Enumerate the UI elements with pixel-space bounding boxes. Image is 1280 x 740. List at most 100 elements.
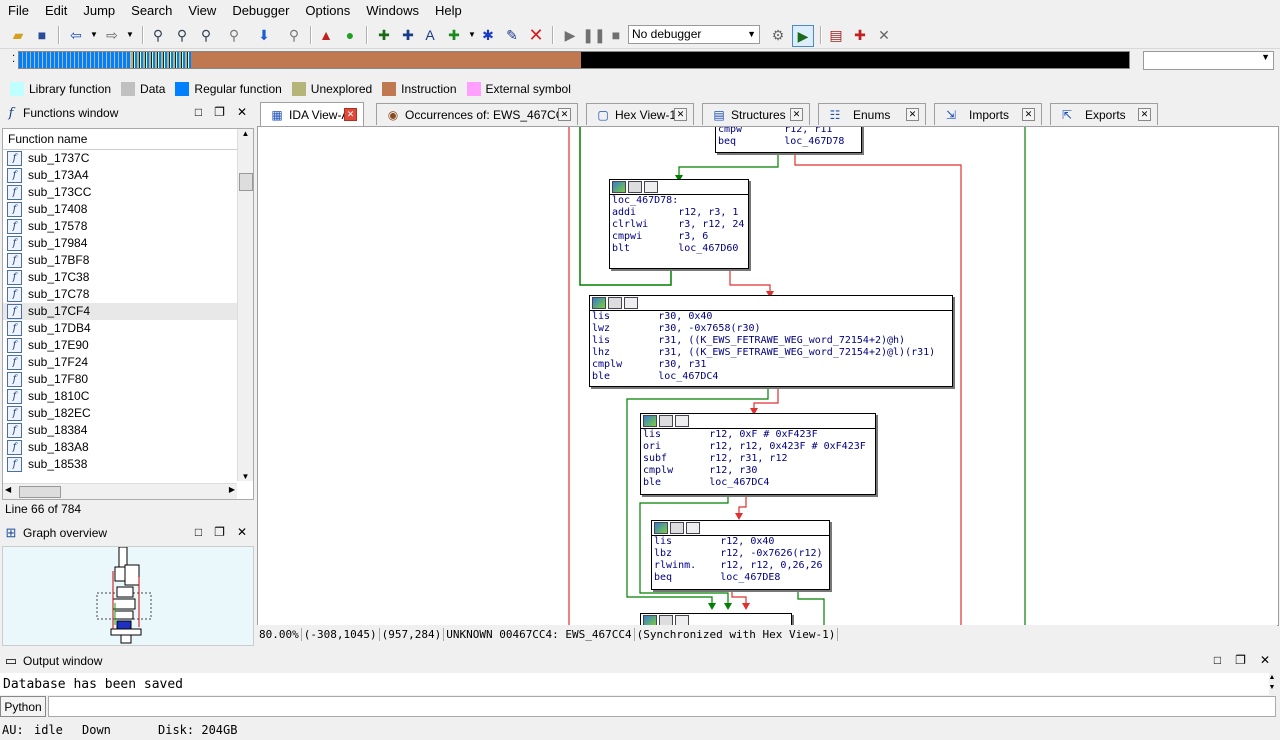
jump-down-icon[interactable]: ⬇ (254, 25, 274, 45)
block-color-icon[interactable] (592, 297, 606, 309)
block-edit-icon[interactable] (670, 522, 684, 534)
block-color-icon[interactable] (612, 181, 626, 193)
list-item[interactable]: f sub_18384 (3, 422, 253, 439)
tab-imports[interactable]: ⇲ Imports ✕ (934, 103, 1042, 125)
delete-icon[interactable]: ✕ (526, 25, 546, 45)
debugger-options-icon[interactable]: ⚙ (768, 25, 788, 45)
list-item[interactable]: f sub_17984 (3, 235, 253, 252)
search-immediate-icon[interactable]: ⚲ (224, 25, 244, 45)
list-item[interactable]: f sub_17578 (3, 218, 253, 235)
forward-dropdown-icon[interactable]: ▼ (120, 25, 140, 45)
close-icon[interactable]: ✕ (1260, 653, 1270, 667)
block-group-icon[interactable] (675, 415, 689, 427)
close-icon[interactable]: ✕ (1138, 108, 1151, 121)
nav-band-select[interactable]: ▼ (1143, 51, 1274, 70)
menu-view[interactable]: View (180, 0, 224, 22)
search-sequence-icon[interactable]: ⚲ (284, 25, 304, 45)
list-item[interactable]: f sub_173A4 (3, 167, 253, 184)
warning-icon[interactable]: ▲ (316, 25, 336, 45)
menu-jump[interactable]: Jump (75, 0, 123, 22)
code-block-n0[interactable]: cmpw r12, r11 beq loc_467D78 (715, 127, 862, 153)
list-item[interactable]: f sub_17E90 (3, 337, 253, 354)
back-arrow-icon[interactable]: ⇦ (66, 25, 86, 45)
ida-view-graph[interactable]: cmpw r12, r11 beq loc_467D78 loc_467D78:… (257, 126, 1279, 626)
block-color-icon[interactable] (643, 415, 657, 427)
list-breakpoints-icon[interactable]: ▤ (826, 25, 846, 45)
search-binoculars-icon[interactable]: ⚲ (148, 25, 168, 45)
list-item[interactable]: f sub_17F80 (3, 371, 253, 388)
block-edit-icon[interactable] (608, 297, 622, 309)
back-dropdown-icon[interactable]: ▼ (84, 25, 104, 45)
restore-icon[interactable]: ❐ (214, 525, 225, 539)
list-item[interactable]: f sub_17BF8 (3, 252, 253, 269)
list-item[interactable]: f sub_17DB4 (3, 320, 253, 337)
scroll-thumb[interactable] (239, 173, 253, 191)
search-next-icon[interactable]: ⚲ (172, 25, 192, 45)
make-code-icon[interactable]: ✚ (374, 25, 394, 45)
list-item[interactable]: f sub_183A8 (3, 439, 253, 456)
scroll-up-icon[interactable]: ▲ (238, 129, 253, 138)
debugger-toggle-icon[interactable]: ▶ (792, 25, 814, 47)
menu-search[interactable]: Search (123, 0, 180, 22)
make-ascii-icon[interactable]: A (420, 25, 440, 45)
list-item[interactable]: f sub_1737C (3, 150, 253, 167)
navigation-band[interactable] (18, 51, 1130, 69)
vertical-scrollbar[interactable]: ▲ ▼ (237, 129, 253, 481)
close-icon[interactable]: ✕ (790, 108, 803, 121)
forward-arrow-icon[interactable]: ⇨ (102, 25, 122, 45)
code-block-n2[interactable]: lis r30, 0x40 lwz r30, -0x7658(r30) lis r3… (589, 295, 953, 387)
menu-windows[interactable]: Windows (358, 0, 427, 22)
debugger-select[interactable]: No debugger ▼ (628, 25, 760, 44)
restore-icon[interactable]: ❐ (214, 105, 225, 119)
close-icon[interactable]: ✕ (1022, 108, 1035, 121)
list-item[interactable]: f sub_17CF4 (3, 303, 253, 320)
minimize-icon[interactable]: □ (1214, 653, 1221, 667)
pause-icon[interactable]: ❚❚ (582, 25, 605, 45)
close-icon[interactable]: ✕ (237, 525, 247, 539)
scroll-left-icon[interactable]: ◀ (5, 485, 11, 494)
graph-overview-canvas[interactable] (2, 546, 254, 646)
rename-icon[interactable]: ✎ (502, 25, 522, 45)
close-icon[interactable]: ✕ (558, 108, 571, 121)
tab-structures[interactable]: ▤ Structures ✕ (702, 103, 810, 125)
list-item[interactable]: f sub_17F24 (3, 354, 253, 371)
search-text-icon[interactable]: ⚲ (196, 25, 216, 45)
menu-options[interactable]: Options (297, 0, 358, 22)
block-color-icon[interactable] (654, 522, 668, 534)
list-item[interactable]: f sub_17C38 (3, 269, 253, 286)
code-block-n3[interactable]: lis r12, 0xF # 0xF423F ori r12, r12, 0x42… (640, 413, 876, 495)
scroll-thumb[interactable] (19, 486, 61, 498)
output-scrollbar[interactable]: ▲ ▼ (1266, 673, 1278, 695)
minimize-icon[interactable]: □ (195, 105, 202, 119)
play-icon[interactable]: ▶ (560, 25, 580, 45)
list-item[interactable]: f sub_182EC (3, 405, 253, 422)
open-folder-icon[interactable]: ▰ (8, 25, 28, 45)
tab-occurrences[interactable]: ◉ Occurrences of: EWS_467CC4 ✕ (376, 103, 578, 125)
list-item[interactable]: f sub_17408 (3, 201, 253, 218)
menu-file[interactable]: File (0, 0, 37, 22)
python-button[interactable]: Python (0, 696, 46, 717)
restore-icon[interactable]: ❐ (1235, 653, 1246, 667)
add-breakpoint-icon[interactable]: ✚ (850, 25, 870, 45)
green-circle-icon[interactable]: ● (340, 25, 360, 45)
tab-ida-view-a[interactable]: ▦ IDA View-A ✕ (260, 102, 364, 126)
block-group-icon[interactable] (686, 522, 700, 534)
list-item[interactable]: f sub_18538 (3, 456, 253, 473)
scroll-right-icon[interactable]: ▶ (229, 485, 235, 494)
save-icon[interactable]: ■ (32, 25, 52, 45)
code-block-n4[interactable]: lis r12, 0x40 lbz r12, -0x7626(r12) rlwinm… (651, 520, 830, 590)
scroll-down-icon[interactable]: ▼ (238, 472, 253, 481)
make-data-icon[interactable]: ✚ (398, 25, 418, 45)
make-array-icon[interactable]: ✚ (444, 25, 464, 45)
tab-enums[interactable]: ☷ Enums ✕ (818, 103, 926, 125)
code-block-n1[interactable]: loc_467D78: addi r12, r3, 1 clrlwi r3, r12… (609, 179, 749, 269)
menu-debugger[interactable]: Debugger (224, 0, 297, 22)
block-edit-icon[interactable] (659, 415, 673, 427)
close-icon[interactable]: ✕ (344, 108, 357, 121)
block-group-icon[interactable] (624, 297, 638, 309)
horizontal-scrollbar[interactable]: ◀ ▶ (3, 483, 237, 499)
list-item[interactable]: f sub_173CC (3, 184, 253, 201)
close-icon[interactable]: ✕ (674, 108, 687, 121)
scroll-up-icon[interactable]: ▲ (1266, 673, 1278, 683)
scroll-down-icon[interactable]: ▼ (1266, 683, 1278, 693)
